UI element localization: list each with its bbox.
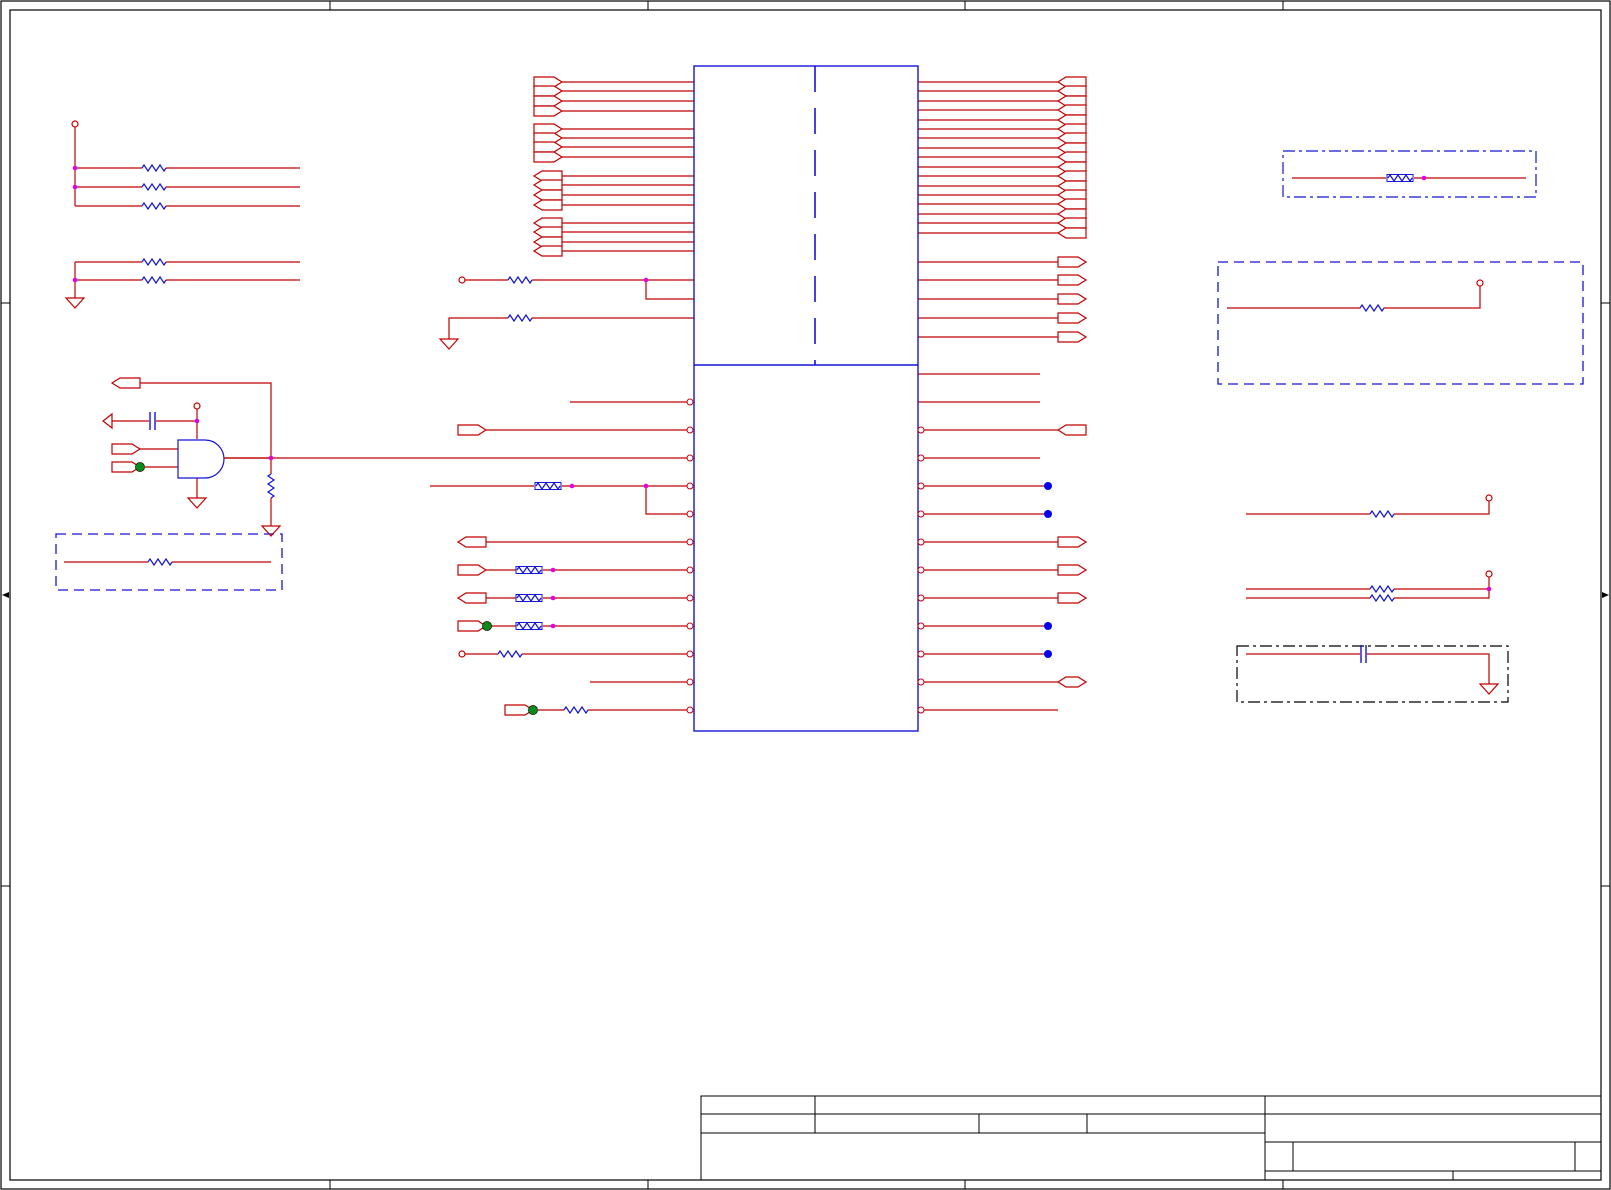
net-junction bbox=[268, 455, 274, 461]
net-junction bbox=[550, 595, 556, 601]
ic-pin-icon bbox=[686, 454, 694, 462]
net-junction bbox=[72, 277, 78, 283]
ic-pin-icon bbox=[686, 398, 694, 406]
net-junction bbox=[569, 483, 575, 489]
no-connect-icon bbox=[1044, 482, 1052, 490]
net-junction bbox=[1486, 586, 1492, 592]
ic-pin-icon bbox=[686, 622, 694, 630]
ic-pin-icon bbox=[917, 678, 925, 686]
power-terminal-icon bbox=[1485, 494, 1493, 502]
net-junction bbox=[643, 277, 649, 283]
ic-pin-icon bbox=[917, 538, 925, 546]
ic-pin-icon bbox=[686, 566, 694, 574]
net-junction bbox=[72, 184, 78, 190]
power-terminal-icon bbox=[458, 276, 466, 284]
no-connect-icon bbox=[1044, 622, 1052, 630]
ic-pin-icon bbox=[686, 678, 694, 686]
net-junction bbox=[1421, 175, 1427, 181]
schematic-sheet bbox=[0, 0, 1611, 1190]
ic-pin-icon bbox=[917, 454, 925, 462]
ic-pin-icon bbox=[917, 510, 925, 518]
power-terminal-icon bbox=[71, 120, 79, 128]
ic-pin-icon bbox=[917, 622, 925, 630]
no-connect-icon bbox=[1044, 510, 1052, 518]
ic-pin-icon bbox=[917, 706, 925, 714]
power-terminal-icon bbox=[193, 402, 201, 410]
net-junction bbox=[550, 623, 556, 629]
no-connect-icon bbox=[1044, 650, 1052, 658]
ic-pin-icon bbox=[917, 566, 925, 574]
ic-pin-icon bbox=[917, 482, 925, 490]
power-terminal-icon bbox=[1476, 279, 1484, 287]
ic-pin-icon bbox=[686, 426, 694, 434]
ic-pin-icon bbox=[686, 650, 694, 658]
ic-pin-icon bbox=[686, 538, 694, 546]
ic-pin-icon bbox=[917, 594, 925, 602]
ic-pin-icon bbox=[686, 706, 694, 714]
pin-marker-icon bbox=[528, 705, 538, 715]
pin-marker-icon bbox=[482, 621, 492, 631]
schematic-drawing bbox=[0, 0, 1611, 1190]
net-junction bbox=[194, 418, 200, 424]
net-junction bbox=[72, 165, 78, 171]
power-terminal-icon bbox=[458, 650, 466, 658]
ic-pin-icon bbox=[917, 650, 925, 658]
net-junction bbox=[643, 483, 649, 489]
ic-pin-icon bbox=[917, 426, 925, 434]
power-terminal-icon bbox=[1485, 570, 1493, 578]
pin-marker-icon bbox=[135, 462, 145, 472]
ic-pin-icon bbox=[686, 482, 694, 490]
ic-pin-icon bbox=[686, 510, 694, 518]
ic-pin-icon bbox=[686, 594, 694, 602]
net-junction bbox=[550, 567, 556, 573]
